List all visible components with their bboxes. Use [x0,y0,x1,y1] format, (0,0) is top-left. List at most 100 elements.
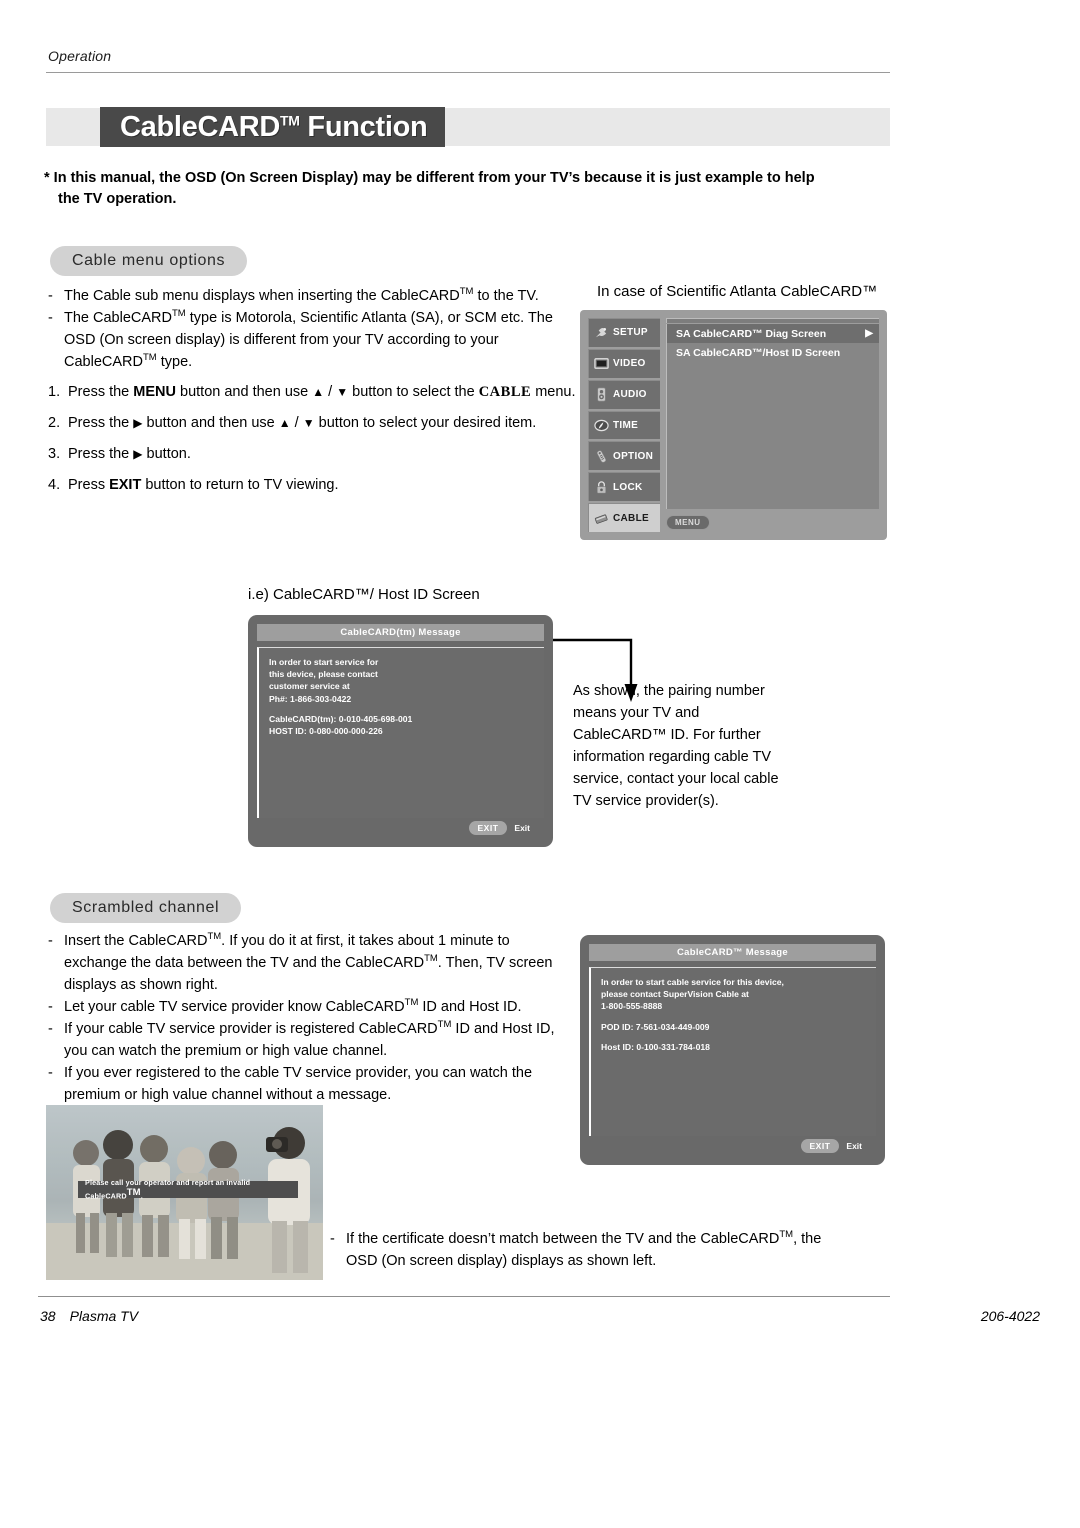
sidebar-item-cable[interactable]: CABLE [588,503,660,533]
note-line-2: the TV operation. [58,191,177,208]
step-number: 1. [48,384,61,401]
cablecard-message-dialog-scrambled: CableCARD™ Message In order to start cab… [580,935,885,1165]
clock-icon [594,418,609,433]
list-item: - If the certificate doesn’t match betwe… [330,1228,830,1272]
list-item: 3. Press the ▶ button. [48,443,588,465]
footer-left: 38 Plasma TV [40,1308,138,1324]
tv-osd-menu[interactable]: SETUP VIDEO AUDIO TIME OPTION LOCK CABLE… [580,310,887,540]
osd-panel-top-bar [666,318,879,323]
down-arrow-icon: ▼ [302,416,315,431]
sidebar-label: AUDIO [613,389,647,401]
cable-menu-instructions: - The Cable sub menu displays when inser… [48,285,588,505]
remote-control-icon [594,449,609,464]
exit-button[interactable]: EXIT [468,821,508,835]
osd-menu-item-diag-screen[interactable]: SA CableCARD™ Diag Screen ▶ [667,324,879,343]
step-text: Press the MENU button and then use ▲ / ▼… [68,384,576,401]
tv-screen-photo: Please call your operator and report an … [46,1105,323,1280]
invalid-cablecard-osd-banner: Please call your operator and report an … [78,1178,298,1201]
bullet-dash: - [48,933,53,949]
bullet-text: Let your cable TV service provider know … [64,997,522,1016]
osd-sidebar[interactable]: SETUP VIDEO AUDIO TIME OPTION LOCK CABLE [588,318,660,533]
dialog-line: In order to start cable service for this… [601,977,784,987]
section-heading-scrambled-channel: Scrambled channel [50,893,242,923]
osd-item-label: SA CableCARD™/Host ID Screen [676,346,841,359]
page-title: CableCARDTM Function [120,110,428,143]
bullet-text: If the certificate doesn’t match between… [346,1229,822,1270]
list-item: - If you ever registered to the cable TV… [48,1062,568,1106]
bullet-text: The CableCARDTM type is Motorola, Scient… [64,308,553,371]
dialog-line: 1-800-555-8888 [601,1001,663,1012]
section-heading-cable-menu-options: Cable menu options [50,246,248,276]
list-item: - The CableCARDTM type is Motorola, Scie… [48,307,588,373]
bullet-text: If you ever registered to the cable TV s… [64,1065,533,1104]
bullet-dash: - [48,310,53,327]
down-arrow-icon: ▼ [336,385,349,400]
host-id-value: Host ID: 0-100-331-784-018 [601,1041,710,1052]
satellite-dish-icon [594,325,609,340]
monitor-icon [594,356,609,371]
page-number: 38 [40,1308,56,1324]
sidebar-item-setup[interactable]: SETUP [588,318,660,347]
title-tm: TM [280,111,300,128]
osd-main-panel: SA CableCARD™ Diag Screen ▶ SA CableCARD… [666,318,879,532]
osd-menu-item-host-id-screen[interactable]: SA CableCARD™/Host ID Screen [667,343,879,362]
list-item: - Let your cable TV service provider kno… [48,996,568,1018]
sidebar-item-video[interactable]: VIDEO [588,348,660,378]
list-item: 1. Press the MENU button and then use ▲ … [48,381,588,403]
sidebar-item-time[interactable]: TIME [588,410,660,440]
osd-caption-scientific-atlanta: In case of Scientific Atlanta CableCARD™ [597,283,878,300]
osd-menu-list[interactable]: SA CableCARD™ Diag Screen ▶ SA CableCARD… [666,324,879,509]
sidebar-label: SETUP [613,327,648,339]
bullet-text: If your cable TV service provider is reg… [64,1019,555,1060]
host-id-value: HOST ID: 0-080-000-000-226 [269,726,383,737]
exit-button[interactable]: EXIT [800,1139,840,1153]
bullet-dash: - [48,999,53,1016]
sidebar-label: CABLE [613,512,649,524]
cablecard-message-dialog-hostid: CableCARD(tm) Message In order to start … [248,615,553,847]
certificate-mismatch-note: - If the certificate doesn’t match betwe… [330,1228,830,1272]
list-item: 4. Press EXIT button to return to TV vie… [48,474,588,496]
list-item: - Insert the CableCARDTM. If you do it a… [48,930,568,996]
right-arrow-icon: ▶ [133,447,143,462]
dialog-title: CableCARD™ Message [589,944,876,961]
page-title-box: CableCARDTM Function [100,107,446,147]
sidebar-item-audio[interactable]: AUDIO [588,379,660,409]
dialog-line: customer service at [269,681,350,692]
sidebar-item-option[interactable]: OPTION [588,441,660,471]
header-divider [46,72,890,73]
sidebar-label: TIME [613,420,639,431]
scrambled-channel-instructions: - Insert the CableCARDTM. If you do it a… [48,930,568,1106]
dialog-line: this device, please contact [269,669,378,680]
step-number: 2. [48,415,61,432]
cablecard-id-value: CableCARD(tm): 0-010-405-698-001 [269,713,413,724]
dialog-title: CableCARD(tm) Message [257,624,544,641]
product-name: Plasma TV [69,1308,139,1324]
dialog-line: In order to start service for [269,657,379,667]
step-number: 4. [48,477,61,494]
dialog-footer: EXIT Exit [589,1136,876,1156]
step-text: Press EXIT button to return to TV viewin… [68,477,339,494]
dialog-footer: EXIT Exit [257,818,544,838]
bullet-dash: - [330,1231,335,1247]
manual-page: Operation CableCARDTM Function * In this… [0,0,1080,1528]
menu-button[interactable]: MENU [666,514,710,530]
footer-divider [38,1296,890,1297]
document-code: 206-4022 [980,1308,1040,1324]
list-item: - The Cable sub menu displays when inser… [48,285,588,307]
chevron-right-icon: ▶ [865,328,873,339]
up-arrow-icon: ▲ [278,416,291,431]
step-text: Press the ▶ button and then use ▲ / ▼ bu… [68,415,537,432]
bullet-dash: - [48,288,53,304]
osd-item-label: SA CableCARD™ Diag Screen [676,327,827,340]
manual-note: * In this manual, the OSD (On Screen Dis… [44,168,894,210]
padlock-icon [594,480,609,495]
dialog-line: please contact SuperVision Cable at [601,989,749,1000]
up-arrow-icon: ▲ [312,385,325,400]
banner-text: Please call your operator and report an … [85,1178,251,1201]
sidebar-item-lock[interactable]: LOCK [588,472,660,502]
speaker-icon [594,387,609,402]
exit-key-label: EXIT [109,477,142,494]
